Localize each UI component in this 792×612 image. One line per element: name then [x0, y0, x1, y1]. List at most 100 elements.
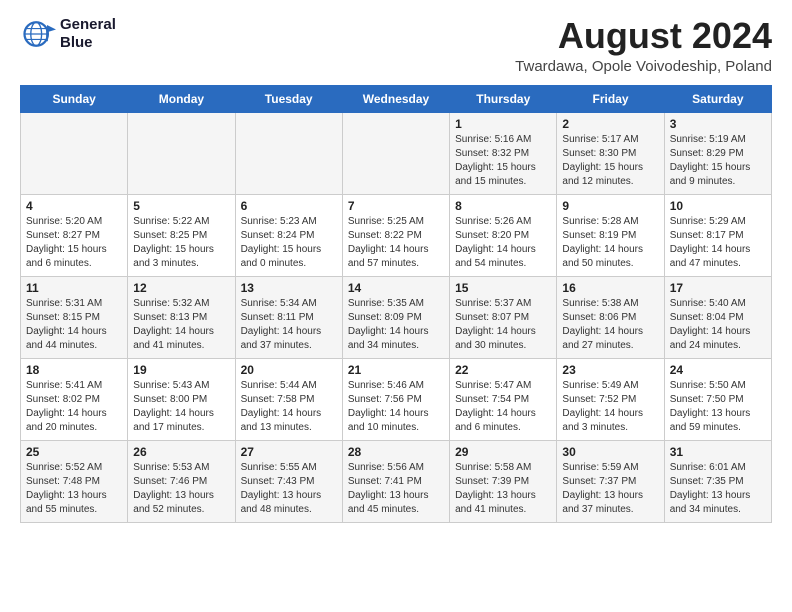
day-cell: 25 Sunrise: 5:52 AM Sunset: 7:48 PM Dayli… — [21, 440, 128, 522]
day-header-sunday: Sunday — [21, 85, 128, 112]
day-cell: 23 Sunrise: 5:49 AM Sunset: 7:52 PM Dayli… — [557, 358, 664, 440]
day-number: 19 — [133, 363, 229, 377]
calendar-body: 1 Sunrise: 5:16 AM Sunset: 8:32 PM Daylig… — [21, 112, 772, 522]
days-header-row: SundayMondayTuesdayWednesdayThursdayFrid… — [21, 85, 772, 112]
day-cell — [235, 112, 342, 194]
day-info: Sunrise: 5:47 AM Sunset: 7:54 PM Dayligh… — [455, 379, 551, 435]
day-info: Sunrise: 5:44 AM Sunset: 7:58 PM Dayligh… — [241, 379, 337, 435]
week-row-1: 1 Sunrise: 5:16 AM Sunset: 8:32 PM Daylig… — [21, 112, 772, 194]
day-info: Sunrise: 5:56 AM Sunset: 7:41 PM Dayligh… — [348, 461, 444, 517]
day-info: Sunrise: 5:19 AM Sunset: 8:29 PM Dayligh… — [670, 133, 766, 189]
calendar-header: SundayMondayTuesdayWednesdayThursdayFrid… — [21, 85, 772, 112]
day-info: Sunrise: 5:59 AM Sunset: 7:37 PM Dayligh… — [562, 461, 658, 517]
day-number: 10 — [670, 199, 766, 213]
day-info: Sunrise: 5:49 AM Sunset: 7:52 PM Dayligh… — [562, 379, 658, 435]
day-number: 2 — [562, 117, 658, 131]
week-row-4: 18 Sunrise: 5:41 AM Sunset: 8:02 PM Dayli… — [21, 358, 772, 440]
day-cell: 4 Sunrise: 5:20 AM Sunset: 8:27 PM Daylig… — [21, 194, 128, 276]
logo-icon — [20, 16, 56, 52]
sub-title: Twardawa, Opole Voivodeship, Poland — [515, 58, 772, 75]
day-cell: 3 Sunrise: 5:19 AM Sunset: 8:29 PM Daylig… — [664, 112, 771, 194]
day-cell: 17Sunrise: 5:40 AM Sunset: 8:04 PM Dayli… — [664, 276, 771, 358]
day-info: Sunrise: 5:35 AM Sunset: 8:09 PM Dayligh… — [348, 297, 444, 353]
main-title: August 2024 — [515, 16, 772, 56]
title-block: August 2024 Twardawa, Opole Voivodeship,… — [515, 16, 772, 75]
day-cell: 22Sunrise: 5:47 AM Sunset: 7:54 PM Dayli… — [450, 358, 557, 440]
day-number: 31 — [670, 445, 766, 459]
day-cell: 18 Sunrise: 5:41 AM Sunset: 8:02 PM Dayli… — [21, 358, 128, 440]
day-number: 13 — [241, 281, 337, 295]
day-cell: 20 Sunrise: 5:44 AM Sunset: 7:58 PM Dayli… — [235, 358, 342, 440]
day-info: Sunrise: 5:31 AM Sunset: 8:15 PM Dayligh… — [26, 297, 122, 353]
day-header-tuesday: Tuesday — [235, 85, 342, 112]
day-number: 3 — [670, 117, 766, 131]
day-cell: 29 Sunrise: 5:58 AM Sunset: 7:39 PM Dayli… — [450, 440, 557, 522]
day-cell: 16Sunrise: 5:38 AM Sunset: 8:06 PM Dayli… — [557, 276, 664, 358]
day-info: Sunrise: 5:22 AM Sunset: 8:25 PM Dayligh… — [133, 215, 229, 271]
day-number: 29 — [455, 445, 551, 459]
day-number: 24 — [670, 363, 766, 377]
week-row-3: 11 Sunrise: 5:31 AM Sunset: 8:15 PM Dayli… — [21, 276, 772, 358]
logo-line1: General — [60, 16, 116, 34]
day-number: 21 — [348, 363, 444, 377]
day-cell: 12Sunrise: 5:32 AM Sunset: 8:13 PM Dayli… — [128, 276, 235, 358]
day-info: Sunrise: 5:52 AM Sunset: 7:48 PM Dayligh… — [26, 461, 122, 517]
day-info: Sunrise: 5:29 AM Sunset: 8:17 PM Dayligh… — [670, 215, 766, 271]
logo-line2: Blue — [60, 34, 116, 52]
day-number: 18 — [26, 363, 122, 377]
day-info: Sunrise: 5:23 AM Sunset: 8:24 PM Dayligh… — [241, 215, 337, 271]
logo: General Blue — [20, 16, 116, 52]
day-number: 4 — [26, 199, 122, 213]
day-number: 25 — [26, 445, 122, 459]
day-number: 15 — [455, 281, 551, 295]
day-cell: 27Sunrise: 5:55 AM Sunset: 7:43 PM Dayli… — [235, 440, 342, 522]
day-cell: 28Sunrise: 5:56 AM Sunset: 7:41 PM Dayli… — [342, 440, 449, 522]
day-header-thursday: Thursday — [450, 85, 557, 112]
day-cell: 9 Sunrise: 5:28 AM Sunset: 8:19 PM Daylig… — [557, 194, 664, 276]
day-info: Sunrise: 5:50 AM Sunset: 7:50 PM Dayligh… — [670, 379, 766, 435]
day-cell: 14Sunrise: 5:35 AM Sunset: 8:09 PM Dayli… — [342, 276, 449, 358]
day-cell: 5 Sunrise: 5:22 AM Sunset: 8:25 PM Daylig… — [128, 194, 235, 276]
day-info: Sunrise: 5:43 AM Sunset: 8:00 PM Dayligh… — [133, 379, 229, 435]
day-number: 7 — [348, 199, 444, 213]
day-number: 1 — [455, 117, 551, 131]
day-info: Sunrise: 5:17 AM Sunset: 8:30 PM Dayligh… — [562, 133, 658, 189]
day-cell: 31Sunrise: 6:01 AM Sunset: 7:35 PM Dayli… — [664, 440, 771, 522]
day-number: 12 — [133, 281, 229, 295]
day-header-wednesday: Wednesday — [342, 85, 449, 112]
day-number: 20 — [241, 363, 337, 377]
day-header-monday: Monday — [128, 85, 235, 112]
day-cell: 1 Sunrise: 5:16 AM Sunset: 8:32 PM Daylig… — [450, 112, 557, 194]
day-cell: 26 Sunrise: 5:53 AM Sunset: 7:46 PM Dayli… — [128, 440, 235, 522]
day-cell: 15Sunrise: 5:37 AM Sunset: 8:07 PM Dayli… — [450, 276, 557, 358]
day-info: Sunrise: 5:53 AM Sunset: 7:46 PM Dayligh… — [133, 461, 229, 517]
day-number: 5 — [133, 199, 229, 213]
day-number: 30 — [562, 445, 658, 459]
day-info: Sunrise: 5:46 AM Sunset: 7:56 PM Dayligh… — [348, 379, 444, 435]
day-number: 23 — [562, 363, 658, 377]
day-cell — [21, 112, 128, 194]
day-number: 11 — [26, 281, 122, 295]
day-cell: 10 Sunrise: 5:29 AM Sunset: 8:17 PM Dayli… — [664, 194, 771, 276]
day-number: 16 — [562, 281, 658, 295]
day-number: 6 — [241, 199, 337, 213]
day-info: Sunrise: 5:20 AM Sunset: 8:27 PM Dayligh… — [26, 215, 122, 271]
day-cell: 30 Sunrise: 5:59 AM Sunset: 7:37 PM Dayli… — [557, 440, 664, 522]
day-cell — [342, 112, 449, 194]
day-cell: 6 Sunrise: 5:23 AM Sunset: 8:24 PM Daylig… — [235, 194, 342, 276]
day-info: Sunrise: 5:16 AM Sunset: 8:32 PM Dayligh… — [455, 133, 551, 189]
calendar-table: SundayMondayTuesdayWednesdayThursdayFrid… — [20, 85, 772, 523]
day-info: Sunrise: 5:41 AM Sunset: 8:02 PM Dayligh… — [26, 379, 122, 435]
day-number: 26 — [133, 445, 229, 459]
day-info: Sunrise: 5:58 AM Sunset: 7:39 PM Dayligh… — [455, 461, 551, 517]
day-info: Sunrise: 5:26 AM Sunset: 8:20 PM Dayligh… — [455, 215, 551, 271]
day-number: 17 — [670, 281, 766, 295]
day-number: 27 — [241, 445, 337, 459]
day-header-friday: Friday — [557, 85, 664, 112]
day-number: 9 — [562, 199, 658, 213]
day-info: Sunrise: 5:28 AM Sunset: 8:19 PM Dayligh… — [562, 215, 658, 271]
day-cell: 24 Sunrise: 5:50 AM Sunset: 7:50 PM Dayli… — [664, 358, 771, 440]
day-cell: 11 Sunrise: 5:31 AM Sunset: 8:15 PM Dayli… — [21, 276, 128, 358]
day-info: Sunrise: 5:34 AM Sunset: 8:11 PM Dayligh… — [241, 297, 337, 353]
header: General Blue August 2024 Twardawa, Opole… — [20, 16, 772, 75]
